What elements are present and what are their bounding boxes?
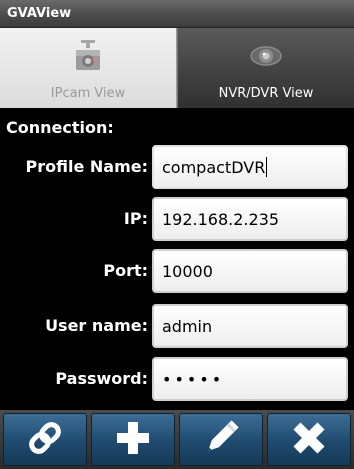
bottom-toolbar xyxy=(0,410,354,469)
link-icon xyxy=(25,418,65,462)
profile-name-input[interactable]: compactDVR xyxy=(152,145,348,189)
text-caret xyxy=(266,157,268,177)
edit-button[interactable] xyxy=(179,413,263,466)
plus-icon xyxy=(113,418,153,462)
tab-nvr-dvr-label: NVR/DVR View xyxy=(218,86,314,101)
password-value: ••••• xyxy=(162,369,225,389)
password-row: Password: ••••• xyxy=(0,357,354,401)
port-value: 10000 xyxy=(162,261,213,281)
ip-row: IP: 192.168.2.235 xyxy=(0,197,354,241)
add-button[interactable] xyxy=(91,413,175,466)
ip-camera-icon xyxy=(73,40,103,78)
app-title: GVAView xyxy=(7,6,72,21)
user-name-value: admin xyxy=(162,316,213,336)
ip-input[interactable]: 192.168.2.235 xyxy=(152,197,348,241)
close-icon xyxy=(289,418,329,462)
profile-name-value: compactDVR xyxy=(162,157,266,177)
user-name-row: User name: admin xyxy=(0,304,354,348)
ip-label: IP: xyxy=(123,209,148,228)
password-label: Password: xyxy=(55,369,148,388)
view-tabs: IPcam View NVR/DVR View xyxy=(0,28,354,108)
pencil-icon xyxy=(201,418,241,462)
port-row: Port: 10000 xyxy=(0,249,354,293)
eye-icon xyxy=(249,40,283,72)
connection-heading: Connection: xyxy=(6,118,114,137)
profile-name-row: Profile Name: compactDVR xyxy=(0,145,354,189)
port-input[interactable]: 10000 xyxy=(152,249,348,293)
profile-name-label: Profile Name: xyxy=(25,157,148,176)
tab-ipcam-label: IPcam View xyxy=(50,86,126,101)
title-bar: GVAView xyxy=(0,0,354,28)
tab-ipcam-view[interactable]: IPcam View xyxy=(0,28,177,108)
connect-button[interactable] xyxy=(3,413,87,466)
tab-nvr-dvr-view[interactable]: NVR/DVR View xyxy=(177,28,354,108)
user-name-label: User name: xyxy=(45,316,148,335)
ip-value: 192.168.2.235 xyxy=(162,209,280,229)
password-input[interactable]: ••••• xyxy=(152,357,348,401)
user-name-input[interactable]: admin xyxy=(152,304,348,348)
delete-button[interactable] xyxy=(267,413,351,466)
port-label: Port: xyxy=(103,261,148,280)
